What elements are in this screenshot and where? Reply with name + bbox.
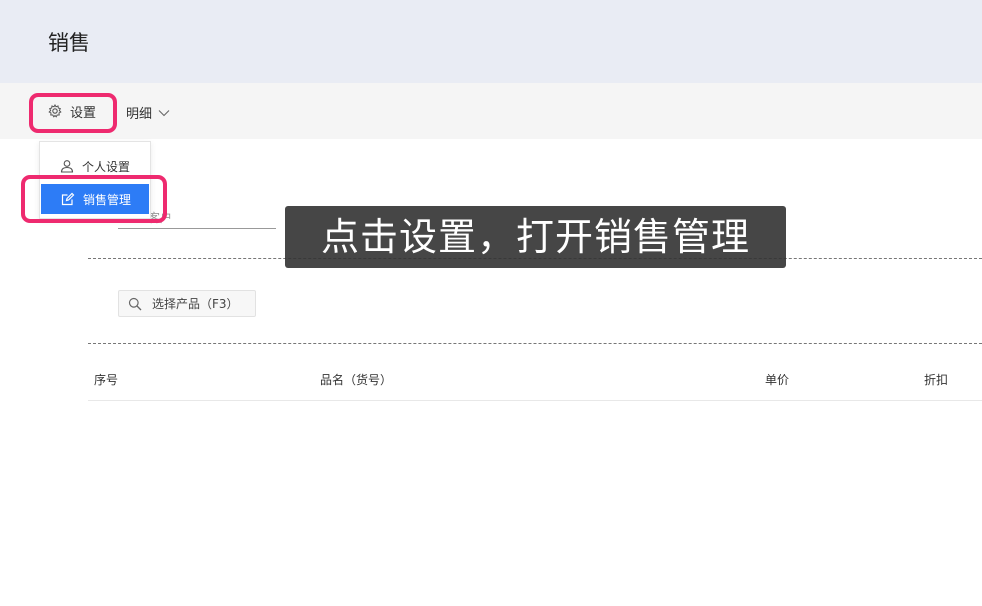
settings-dropdown: 个人设置 销售管理: [39, 141, 151, 219]
chevron-down-icon: [158, 109, 170, 117]
gear-icon: [48, 104, 62, 118]
column-header-index: 序号: [94, 373, 119, 387]
product-search-input[interactable]: 选择产品（F3）: [118, 290, 256, 317]
column-header-product-name: 品名（货号）: [320, 373, 393, 387]
table-header: 序号 品名（货号） 单价 折扣: [88, 364, 982, 401]
settings-label: 设置: [70, 105, 97, 121]
menu-item-label: 个人设置: [82, 159, 131, 174]
column-header-discount: 折扣: [924, 373, 949, 387]
user-icon: [60, 159, 74, 173]
instruction-tooltip: 点击设置，打开销售管理: [285, 206, 786, 268]
detail-label: 明细: [126, 107, 153, 122]
search-icon: [128, 297, 142, 311]
toolbar: 设置 明细: [0, 83, 982, 139]
settings-button[interactable]: 设置: [36, 99, 104, 123]
page-title: 销售: [48, 31, 90, 55]
page-header: 销售: [0, 0, 982, 83]
menu-item-personal-settings[interactable]: 个人设置: [40, 151, 150, 181]
menu-item-label: 销售管理: [83, 192, 132, 207]
edit-icon: [61, 192, 75, 206]
product-search-placeholder: 选择产品（F3）: [152, 297, 239, 311]
detail-menu[interactable]: 明细: [126, 103, 170, 122]
section-divider: [88, 343, 982, 344]
column-header-unit-price: 单价: [765, 373, 790, 387]
menu-item-sales-management[interactable]: 销售管理: [41, 184, 149, 214]
customer-label: 客户: [148, 211, 173, 225]
